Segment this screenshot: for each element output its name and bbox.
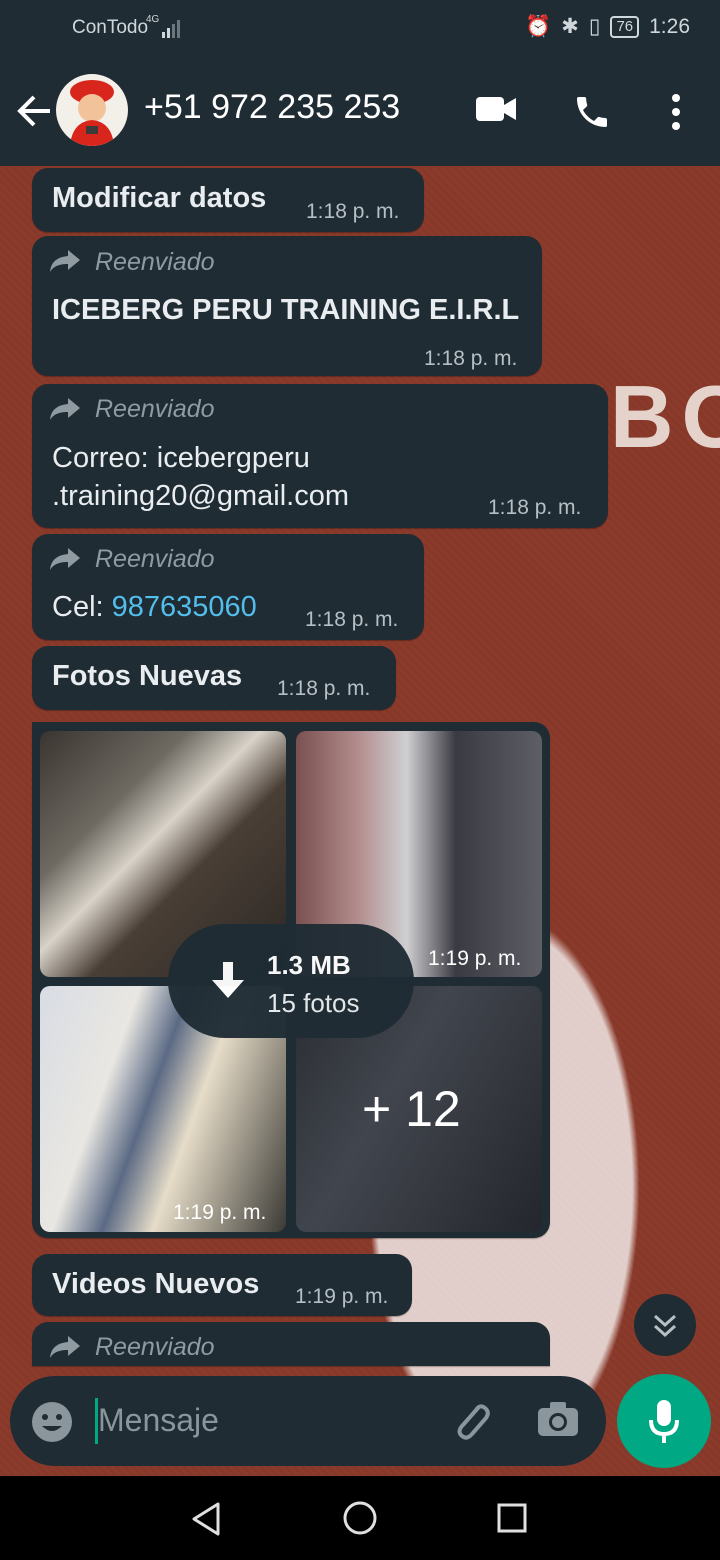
status-icons: ⏰ ✱ ▯ 76 1:26 <box>525 14 690 39</box>
network-label: 4G <box>146 14 160 25</box>
nav-recents-icon[interactable] <box>496 1502 528 1539</box>
video-call-icon[interactable] <box>474 94 518 129</box>
more-options-icon[interactable] <box>664 92 688 137</box>
chat-header: +51 972 235 253 <box>0 56 720 166</box>
message-time: 1:18 p. m. <box>277 677 371 700</box>
download-icon <box>210 960 246 1007</box>
forwarded-icon <box>48 396 82 427</box>
album-time: 1:19 p. m. <box>428 947 522 970</box>
download-size: 1.3 MB <box>267 950 351 980</box>
double-chevron-down-icon <box>651 1310 679 1345</box>
forwarded-label: Reenviado <box>95 545 215 573</box>
status-bar: ConTodo 4G ⏰ ✱ ▯ 76 1:26 <box>0 0 720 56</box>
scroll-down-button[interactable] <box>634 1294 696 1356</box>
forwarded-label: Reenviado <box>95 1333 215 1361</box>
message-time: 1:18 p. m. <box>305 608 399 631</box>
bluetooth-icon: ✱ <box>561 15 579 38</box>
battery-icon: 76 <box>610 15 640 38</box>
microphone-icon <box>648 1398 680 1449</box>
nav-back-icon[interactable] <box>188 1500 224 1543</box>
phone-icon[interactable] <box>572 92 612 137</box>
signal-icon <box>162 18 182 44</box>
phone-label: Cel: <box>52 591 112 623</box>
attach-icon[interactable] <box>448 1398 494 1449</box>
forwarded-label: Reenviado <box>95 395 215 423</box>
message-time: 1:18 p. m. <box>424 347 518 370</box>
back-arrow-icon[interactable] <box>14 86 54 136</box>
download-count: 15 fotos <box>267 988 360 1018</box>
download-button[interactable]: 1.3 MB 15 fotos <box>168 924 414 1038</box>
carrier-label: ConTodo <box>72 17 149 38</box>
emoji-icon[interactable] <box>30 1400 74 1449</box>
avatar[interactable] <box>56 74 128 146</box>
message-text: Videos Nuevos <box>52 1268 260 1300</box>
message-text-line: Correo: icebergperu <box>52 442 310 474</box>
more-photos-count[interactable]: + 12 <box>362 1080 461 1138</box>
message-time: 1:18 p. m. <box>306 200 400 223</box>
forwarded-label: Reenviado <box>95 248 215 276</box>
voice-message-button[interactable] <box>617 1374 711 1468</box>
message-text-line: .training20@gmail.com <box>52 480 350 512</box>
message-text: Fotos Nuevas <box>52 660 243 692</box>
contact-name[interactable]: +51 972 235 253 <box>144 88 400 127</box>
system-nav-bar <box>0 1476 720 1560</box>
message-text: Modificar datos <box>52 182 267 214</box>
album-time: 1:19 p. m. <box>173 1201 267 1224</box>
forwarded-icon <box>48 1334 82 1365</box>
nav-home-icon[interactable] <box>342 1500 378 1541</box>
alarm-icon: ⏰ <box>525 14 552 38</box>
phone-link[interactable]: 987635060 <box>112 591 257 623</box>
message-time: 1:19 p. m. <box>295 1285 389 1308</box>
forwarded-icon <box>48 546 82 577</box>
camera-icon[interactable] <box>536 1398 580 1445</box>
message-input[interactable]: Mensaje <box>98 1402 219 1439</box>
message-text: ICEBERG PERU TRAINING E.I.R.L <box>52 294 520 326</box>
message-text: Cel: 987635060 <box>52 591 257 624</box>
message-time: 1:18 p. m. <box>488 496 582 519</box>
clock: 1:26 <box>649 14 690 38</box>
forwarded-icon <box>48 248 82 279</box>
vibrate-icon: ▯ <box>588 15 601 38</box>
